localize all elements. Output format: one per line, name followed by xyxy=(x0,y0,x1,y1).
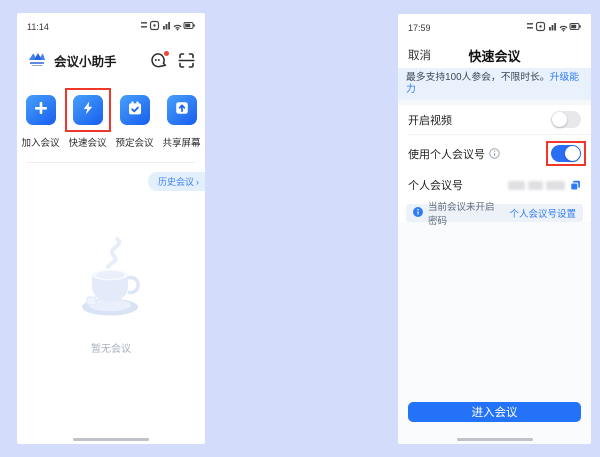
action-join-meeting: 加入会议 xyxy=(17,88,64,149)
chevron-right-icon: › xyxy=(196,176,199,187)
banner-text: 最多支持100人参会，不限时长。 xyxy=(406,72,550,83)
info-filled-icon xyxy=(413,206,423,220)
video-label: 开启视频 xyxy=(408,114,452,127)
quick-meeting-button[interactable] xyxy=(72,95,103,125)
personal-id-toggle[interactable] xyxy=(551,145,581,162)
action-label: 预定会议 xyxy=(115,138,154,149)
masked-meeting-number xyxy=(508,180,565,190)
right-phone-screenshot: 17:59 取消 快速会议 最多支持100人参会，不限时长。升级能力 开启视频 … xyxy=(398,14,591,444)
status-bar: 17:59 xyxy=(398,14,591,34)
calendar-check-icon xyxy=(127,100,143,121)
screen-share-icon xyxy=(174,100,190,121)
empty-text: 暂无会议 xyxy=(91,344,131,355)
action-quick-meeting: 快速会议 xyxy=(64,88,111,149)
capacity-banner: 最多支持100人参会，不限时长。升级能力 xyxy=(398,68,591,100)
scan-icon[interactable] xyxy=(178,52,195,69)
video-toggle-row: 开启视频 xyxy=(398,105,591,134)
join-meeting-button[interactable] xyxy=(25,95,56,125)
copy-icon[interactable] xyxy=(570,180,581,191)
personal-id-label: 个人会议号 xyxy=(408,180,463,192)
action-label: 加入会议 xyxy=(21,138,60,149)
history-meetings-link[interactable]: 历史会议 › xyxy=(147,172,205,191)
notice-text: 当前会议未开启密码 xyxy=(428,202,495,227)
notification-dot xyxy=(164,51,169,56)
home-indicator xyxy=(456,438,533,441)
info-icon[interactable] xyxy=(489,148,500,159)
status-icons xyxy=(527,21,581,34)
empty-state: 暂无会议 xyxy=(17,233,205,355)
app-logo-icon xyxy=(27,48,47,73)
app-title: 会议小助手 xyxy=(54,55,117,69)
personal-id-toggle-row: 使用个人会议号 xyxy=(398,135,591,172)
teacup-empty-icon xyxy=(65,237,157,329)
action-label: 快速会议 xyxy=(68,138,107,149)
left-phone-screenshot: 11:14 会议小助手 加入会议 快速会议 预定会议 共享屏幕 历史会议 › 暂… xyxy=(17,13,205,444)
nav-bar: 取消 快速会议 xyxy=(398,42,591,68)
status-time: 11:14 xyxy=(27,21,49,32)
password-notice: 当前会议未开启密码 个人会议号设置 xyxy=(406,202,583,227)
quick-actions-row: 加入会议 快速会议 预定会议 共享屏幕 xyxy=(17,73,205,149)
history-label: 历史会议 xyxy=(157,177,194,187)
status-bar: 11:14 xyxy=(17,13,205,33)
action-label: 共享屏幕 xyxy=(162,138,201,149)
status-time: 17:59 xyxy=(408,22,431,33)
enter-meeting-button[interactable]: 进入会议 xyxy=(408,402,581,422)
share-screen-button[interactable] xyxy=(166,95,197,125)
personal-toggle-label: 使用个人会议号 xyxy=(408,148,485,161)
plus-icon xyxy=(33,100,49,121)
highlight-red-box xyxy=(64,88,111,132)
lightning-icon xyxy=(80,100,96,121)
chat-service-icon[interactable] xyxy=(150,51,169,69)
status-icons xyxy=(141,20,195,33)
app-header: 会议小助手 xyxy=(17,33,205,73)
action-schedule-meeting: 预定会议 xyxy=(111,88,158,149)
highlight-red-box xyxy=(546,141,586,166)
personal-id-settings-link[interactable]: 个人会议号设置 xyxy=(509,206,576,220)
video-toggle[interactable] xyxy=(551,111,581,128)
divider xyxy=(27,162,195,163)
cancel-button[interactable]: 取消 xyxy=(408,47,431,63)
home-indicator xyxy=(73,438,149,441)
action-share-screen: 共享屏幕 xyxy=(158,88,205,149)
schedule-meeting-button[interactable] xyxy=(119,95,150,125)
personal-id-row: 个人会议号 xyxy=(398,172,591,198)
